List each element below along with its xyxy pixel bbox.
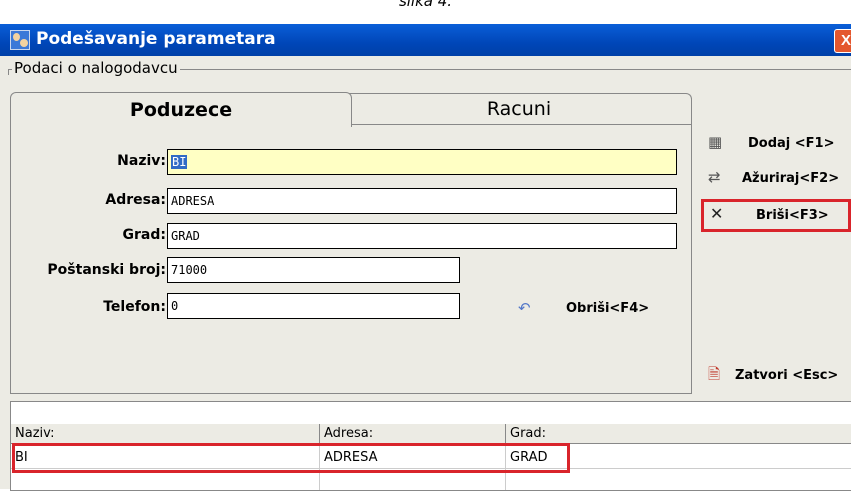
grad-field[interactable]: GRAD xyxy=(167,223,677,249)
row-highlight xyxy=(12,443,570,473)
group-title: Podaci o nalogodavcu xyxy=(12,59,180,77)
column-header-naziv[interactable]: Naziv: xyxy=(11,424,320,444)
close-document-icon: 🗎 xyxy=(708,365,721,383)
app-icon xyxy=(10,30,30,50)
undo-icon: ↶ xyxy=(518,299,531,317)
telefon-label: Telefon: xyxy=(103,299,166,315)
window-title: Podešavanje parametara xyxy=(36,29,276,49)
brisi-highlight xyxy=(701,199,851,232)
postanski-broj-field[interactable]: 71000 xyxy=(167,257,460,283)
telefon-field[interactable]: 0 xyxy=(167,293,460,319)
obrisi-label: Obriši<F4> xyxy=(566,301,650,316)
dodaj-button[interactable]: ▦ Dodaj <F1> xyxy=(700,128,851,158)
zatvori-label: Zatvori <Esc> xyxy=(735,368,839,383)
adresa-label: Adresa: xyxy=(105,192,166,208)
naziv-label: Naziv: xyxy=(117,153,166,169)
azuriraj-button[interactable]: ⇄ Ažuriraj<F2> xyxy=(700,163,851,193)
naziv-field[interactable]: BI xyxy=(167,149,677,175)
group-divider-tick xyxy=(8,69,9,75)
window-content: Podaci o nalogodavcu Racuni Poduzece Naz… xyxy=(0,56,851,491)
adresa-field[interactable]: ADRESA xyxy=(167,188,677,214)
naziv-value: BI xyxy=(171,155,188,169)
azuriraj-label: Ažuriraj<F2> xyxy=(742,171,840,186)
obrisi-button[interactable]: ↶ Obriši<F4> xyxy=(508,293,678,325)
column-header-adresa[interactable]: Adresa: xyxy=(320,424,506,444)
postanski-broj-label: Poštanski broj: xyxy=(47,262,166,278)
close-window-button[interactable]: X xyxy=(834,29,851,53)
column-header-grad[interactable]: Grad: xyxy=(506,424,851,444)
dodaj-label: Dodaj <F1> xyxy=(748,136,835,151)
tab-racuni[interactable]: Racuni xyxy=(346,93,692,124)
update-icon: ⇄ xyxy=(708,168,721,186)
grad-label: Grad: xyxy=(122,227,166,243)
add-record-icon: ▦ xyxy=(708,133,723,151)
zatvori-button[interactable]: 🗎 Zatvori <Esc> xyxy=(700,358,851,390)
figure-caption: slika 4. xyxy=(398,0,453,10)
tab-poduzece[interactable]: Poduzece xyxy=(10,92,352,127)
window-titlebar: Podešavanje parametara X xyxy=(0,24,851,56)
